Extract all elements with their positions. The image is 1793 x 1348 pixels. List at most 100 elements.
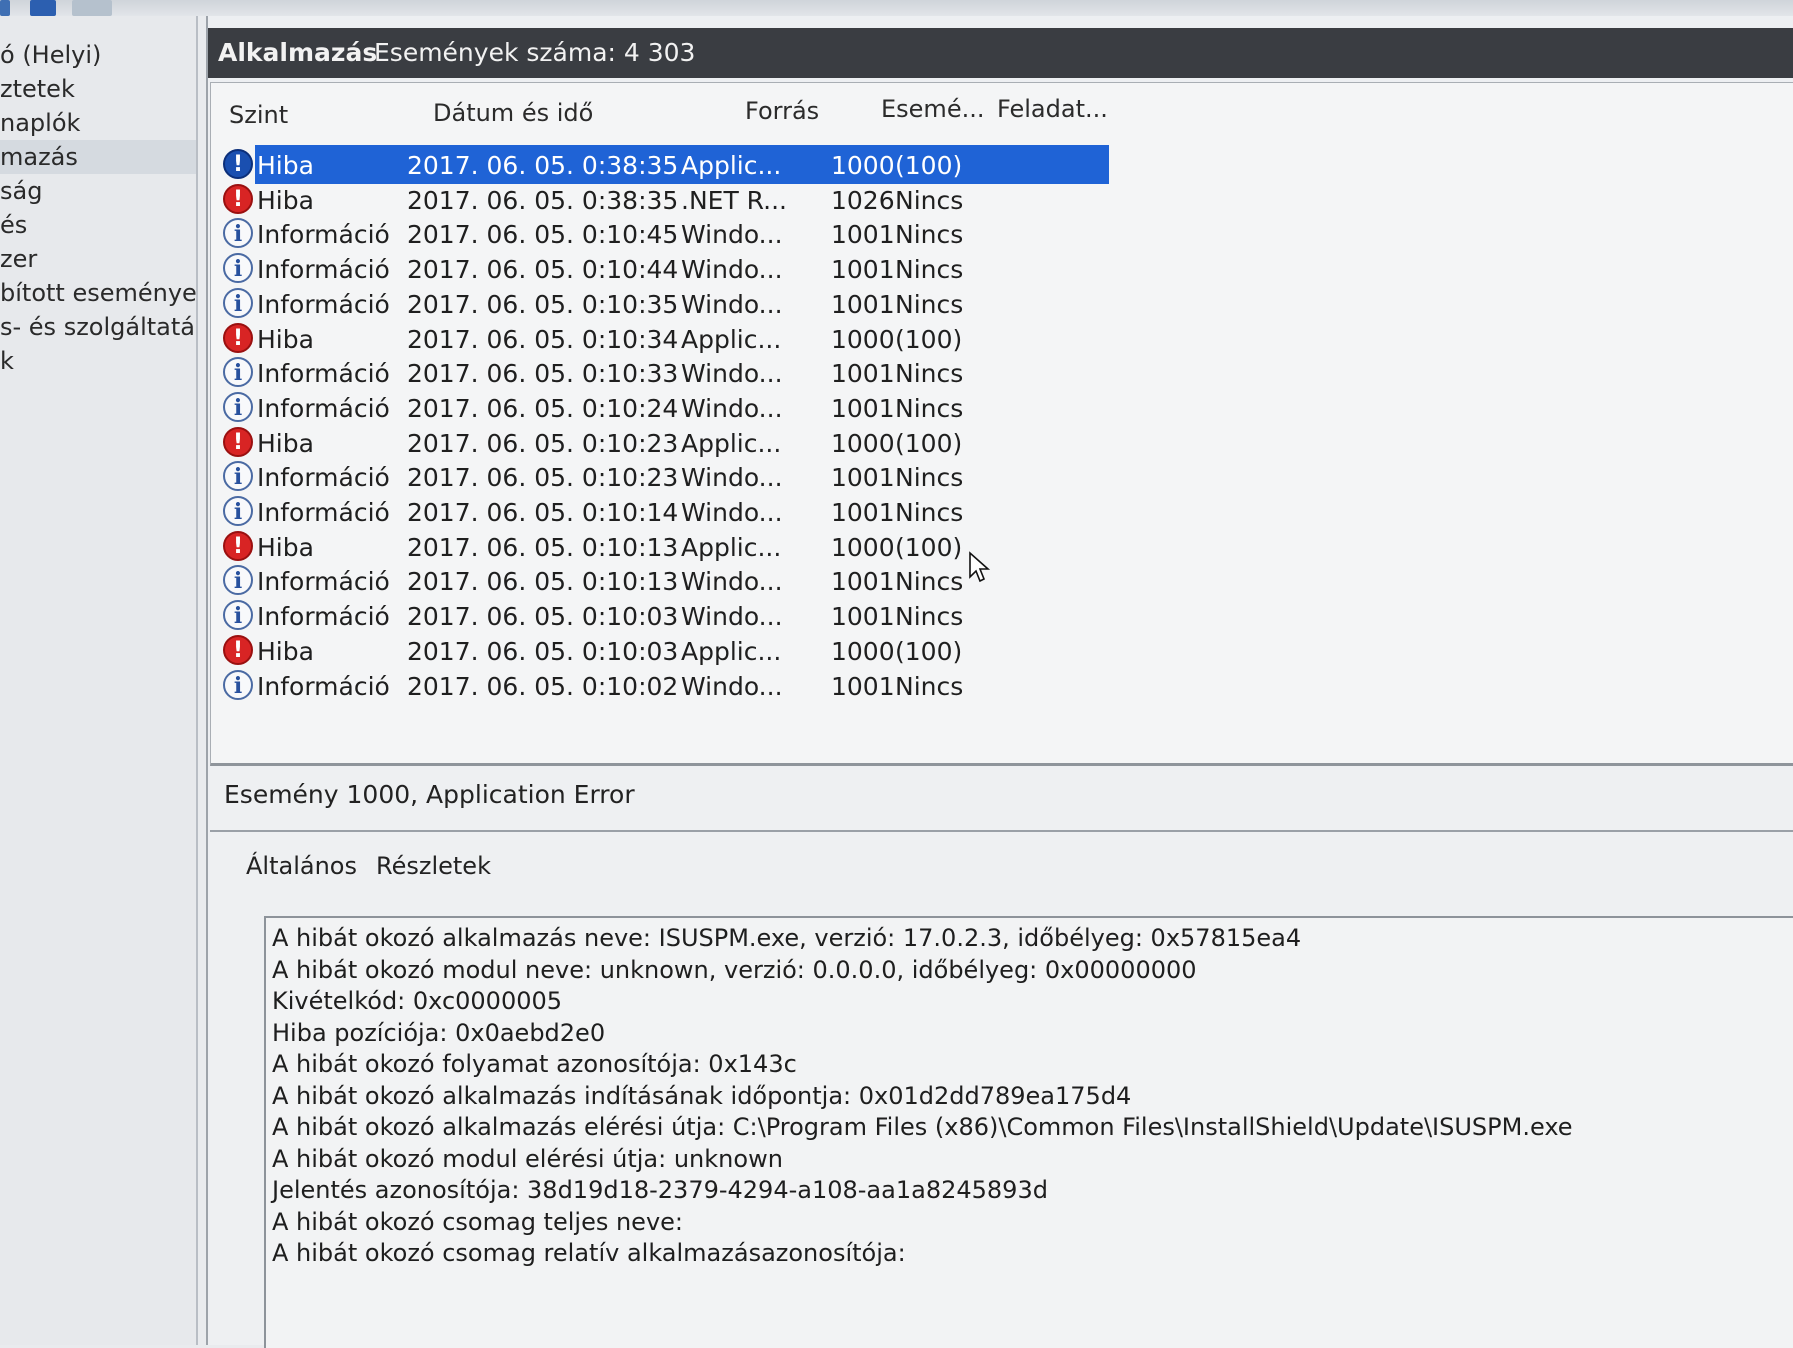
sidebar-item-security[interactable]: ság (0, 174, 196, 208)
cell-event-id: 1001 (831, 255, 895, 285)
information-icon: i (223, 218, 253, 249)
cell-event-id: 1001 (831, 498, 895, 527)
sidebar-item-subscriptions[interactable]: k (0, 344, 196, 378)
event-count: Események száma: 4 303 (374, 38, 696, 67)
help-icon[interactable] (30, 0, 56, 16)
information-icon: i (223, 253, 253, 284)
table-row[interactable]: i Információ 2017. 06. 05. 0:10:33 Windo...… (219, 353, 1319, 392)
cell-level: Információ (257, 498, 390, 527)
column-header-level[interactable]: Szint (229, 101, 288, 129)
sidebar-tree: ó (Helyi) ztetek naplók mazás ság és zer… (0, 16, 198, 1345)
toolbar-icon[interactable] (0, 0, 10, 16)
cell-source: .NET R... (681, 185, 787, 215)
cell-level: Információ (257, 602, 390, 632)
column-header-datetime[interactable]: Dátum és idő (433, 99, 593, 127)
sidebar-item-application[interactable]: mazás (0, 140, 196, 174)
cell-source: Windo... (681, 498, 783, 527)
cell-datetime: 2017. 06. 05. 0:10:24 (407, 393, 679, 423)
table-row[interactable]: i Információ 2017. 06. 05. 0:10:44 Windo...… (219, 249, 1319, 288)
cell-event-id: 1001 (831, 463, 895, 493)
information-icon: i (223, 357, 253, 388)
cell-task: Nincs (895, 463, 964, 493)
cell-level: Információ (257, 289, 390, 319)
table-row[interactable]: i Információ 2017. 06. 05. 0:10:03 Windo...… (219, 596, 1319, 635)
table-row[interactable]: ! Hiba 2017. 06. 05. 0:10:03 Applic... 1000(… (219, 631, 1319, 670)
cell-task: Nincs (895, 220, 964, 250)
table-row[interactable]: ! Hiba 2017. 06. 05. 0:10:23 Applic... 1000(… (219, 423, 1319, 462)
table-row[interactable]: ! Hiba 2017. 06. 05. 0:10:34 Applic... 1000(… (219, 319, 1319, 358)
description-line: A hibát okozó folyamat azonosítója: 0x14… (272, 1050, 797, 1078)
table-row[interactable]: ! Hiba 2017. 06. 05. 0:38:35 .NET R... 1026 N… (219, 180, 1319, 219)
cell-datetime: 2017. 06. 05. 0:10:35 (407, 289, 679, 319)
toolbar (0, 0, 1793, 16)
cell-task: Nincs (895, 671, 964, 701)
cell-event-id: 1001 (831, 289, 895, 319)
panel-icon[interactable] (72, 0, 112, 16)
cell-task: (100) (895, 636, 963, 666)
cell-source: Applic... (681, 151, 782, 180)
description-line: Hiba pozíciója: 0x0aebd2e0 (272, 1018, 606, 1047)
cell-source: Windo... (681, 393, 783, 423)
cell-task: (100) (895, 324, 963, 354)
cell-event-id: 1001 (831, 359, 895, 389)
cell-source: Applic... (681, 428, 782, 458)
cell-level: Hiba (257, 185, 314, 215)
detail-pane: Esemény 1000, Application Error Általáno… (210, 770, 1793, 1348)
description-line: A hibát okozó modul elérési útja: unknow… (272, 1144, 783, 1173)
cell-task: Nincs (895, 602, 964, 632)
cell-datetime: 2017. 06. 05. 0:10:03 (407, 602, 679, 632)
cell-task: Nincs (895, 359, 964, 389)
sidebar-item-system[interactable]: zer (0, 242, 196, 276)
cell-event-id: 1000 (831, 324, 895, 354)
event-description[interactable]: A hibát okozó alkalmazás neve: ISUSPM.ex… (264, 916, 1793, 1348)
column-header-task[interactable]: Feladat... (997, 95, 1108, 123)
error-icon: ! (223, 183, 253, 214)
sidebar-item-windows-logs[interactable]: naplók (0, 106, 196, 140)
cell-event-id: 1001 (831, 393, 895, 423)
cell-event-id: 1000 (831, 151, 895, 180)
sidebar-item-forwarded-events[interactable]: bított események (0, 276, 196, 310)
error-icon: ! (223, 426, 253, 457)
cell-task: Nincs (895, 498, 964, 527)
table-row[interactable]: i Információ 2017. 06. 05. 0:10:02 Windo...… (219, 666, 1319, 705)
cell-datetime: 2017. 06. 05. 0:10:02 (407, 671, 679, 701)
divider (210, 830, 1793, 832)
cell-datetime: 2017. 06. 05. 0:10:03 (407, 636, 679, 666)
information-icon: i (223, 391, 253, 422)
table-row[interactable]: i Információ 2017. 06. 05. 0:10:23 Windo...… (219, 457, 1319, 496)
cell-source: Windo... (681, 671, 783, 701)
cell-event-id: 1000 (831, 532, 895, 562)
sidebar-item-setup[interactable]: és (0, 208, 196, 242)
information-icon: i (223, 600, 253, 631)
cell-level: Hiba (257, 636, 314, 666)
description-line: A hibát okozó csomag teljes neve: (272, 1207, 683, 1236)
table-row[interactable]: i Információ 2017. 06. 05. 0:10:35 Windo...… (219, 284, 1319, 323)
table-row[interactable]: i Információ 2017. 06. 05. 0:10:45 Windo...… (219, 214, 1319, 253)
sidebar-item-views[interactable]: ztetek (0, 72, 196, 106)
table-row[interactable]: ! Hiba 2017. 06. 05. 0:10:13 Applic... 1000(… (219, 527, 1319, 566)
tab-details[interactable]: Részletek (376, 852, 491, 880)
event-grid[interactable]: Szint Dátum és idő Forrás Esemé... Felad… (210, 82, 1793, 766)
cell-source: Windo... (681, 220, 783, 250)
cell-source: Windo... (681, 359, 783, 389)
table-row[interactable]: i Információ 2017. 06. 05. 0:10:24 Windo...… (219, 388, 1319, 427)
table-row-selected[interactable]: ! Hiba 2017. 06. 05. 0:38:35 Applic... 1000(… (219, 145, 1319, 184)
description-line: A hibát okozó alkalmazás elérési útja: C… (272, 1113, 1573, 1141)
cell-event-id: 1000 (831, 636, 895, 666)
description-line: Jelentés azonosítója: 38d19d18-2379-4294… (272, 1176, 1048, 1204)
sidebar-item-local[interactable]: ó (Helyi) (0, 38, 196, 72)
table-row[interactable]: i Információ 2017. 06. 05. 0:10:13 Windo...… (219, 561, 1319, 600)
error-icon: ! (223, 149, 253, 179)
column-header-event-id[interactable]: Esemé... (881, 95, 984, 123)
cell-event-id: 1001 (831, 671, 895, 701)
column-header-source[interactable]: Forrás (745, 97, 819, 125)
mouse-cursor-icon (969, 551, 991, 583)
cell-task: Nincs (895, 289, 964, 319)
sidebar-item-app-service-logs[interactable]: s- és szolgáltatásn (0, 310, 196, 344)
table-row[interactable]: i Információ 2017. 06. 05. 0:10:14 Windo...… (219, 492, 1319, 531)
tab-general[interactable]: Általános (246, 852, 357, 880)
cell-event-id: 1026 (831, 185, 895, 215)
description-line: A hibát okozó alkalmazás indításának idő… (272, 1081, 1132, 1110)
grid-header: Szint Dátum és idő Forrás Esemé... Felad… (211, 83, 1793, 139)
cell-source: Windo... (681, 567, 783, 597)
